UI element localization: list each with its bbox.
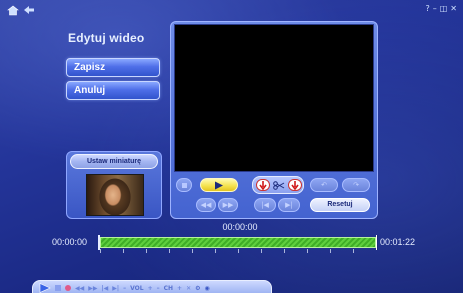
split-start-icon[interactable] — [256, 179, 270, 191]
go-to-start-button[interactable]: |◀ — [254, 198, 276, 212]
fast-forward-button[interactable]: ▶▶ — [218, 198, 238, 212]
mute-icon[interactable]: ✕ — [186, 285, 191, 292]
fast-forward-icon[interactable]: ▶▶ — [88, 285, 97, 292]
restore-icon[interactable]: ◫ — [440, 4, 448, 13]
transport-bar: ◀◀ ▶▶ |◀ ▶| – VOL + – CH + ✕ ⚙ ◉ — [32, 280, 272, 293]
stop-icon — [181, 182, 187, 188]
stop-button[interactable] — [176, 178, 192, 192]
back-arrow-icon[interactable] — [22, 4, 36, 16]
channel-down-icon[interactable]: – — [157, 285, 160, 292]
skip-forward-icon[interactable]: ▶| — [112, 285, 119, 292]
trim-end-handle[interactable] — [376, 235, 378, 250]
help-icon[interactable]: ? — [425, 4, 429, 13]
volume-down-icon[interactable]: – — [123, 285, 126, 292]
play-button[interactable] — [200, 178, 238, 192]
timeline-end-time: 00:01:22 — [380, 237, 416, 247]
go-to-end-button[interactable]: ▶| — [278, 198, 300, 212]
undo-button[interactable]: ↶ — [310, 178, 338, 192]
channel-label: CH — [163, 284, 174, 292]
split-end-icon[interactable] — [288, 179, 302, 191]
camera-icon[interactable]: ◉ — [204, 285, 209, 292]
scissors-icon[interactable] — [272, 180, 286, 191]
skip-forward-icon: ▶| — [285, 201, 293, 209]
redo-icon: ↷ — [353, 181, 359, 189]
undo-icon: ↶ — [321, 181, 327, 189]
split-controls — [252, 176, 304, 194]
play-icon[interactable] — [39, 283, 51, 293]
page-title: Edytuj wideo — [68, 31, 145, 45]
set-thumbnail-button[interactable]: Ustaw miniaturę — [70, 154, 158, 169]
timeline-start-time: 00:00:00 — [52, 237, 88, 247]
video-screen[interactable] — [174, 24, 374, 172]
volume-up-icon[interactable]: + — [148, 285, 153, 292]
play-icon — [215, 181, 223, 189]
trim-start-handle[interactable] — [98, 235, 100, 250]
settings-icon[interactable]: ⚙ — [195, 285, 200, 292]
timeline-ticks — [100, 249, 376, 253]
reset-button[interactable]: Resetuj — [310, 198, 370, 212]
stop-icon[interactable] — [55, 285, 61, 291]
rewind-icon[interactable]: ◀◀ — [75, 285, 84, 292]
cancel-button[interactable]: Anuluj — [66, 81, 160, 100]
close-icon[interactable]: ✕ — [450, 4, 457, 13]
record-icon[interactable] — [65, 285, 71, 291]
save-button[interactable]: Zapisz — [66, 58, 160, 77]
minimize-icon[interactable]: – — [433, 4, 437, 13]
thumbnail-image — [86, 174, 144, 216]
home-icon[interactable] — [6, 4, 20, 16]
timeline-bar[interactable] — [100, 237, 376, 248]
rewind-button[interactable]: ◀◀ — [196, 198, 216, 212]
volume-label: VOL — [130, 284, 144, 292]
skip-back-icon: |◀ — [261, 201, 269, 209]
redo-button[interactable]: ↷ — [342, 178, 370, 192]
window-controls: ? – ◫ ✕ — [425, 4, 457, 13]
current-time: 00:00:00 — [222, 222, 258, 232]
fast-forward-icon: ▶▶ — [222, 201, 234, 209]
rewind-icon: ◀◀ — [200, 201, 212, 209]
skip-back-icon[interactable]: |◀ — [101, 285, 108, 292]
channel-up-icon[interactable]: + — [177, 285, 182, 292]
